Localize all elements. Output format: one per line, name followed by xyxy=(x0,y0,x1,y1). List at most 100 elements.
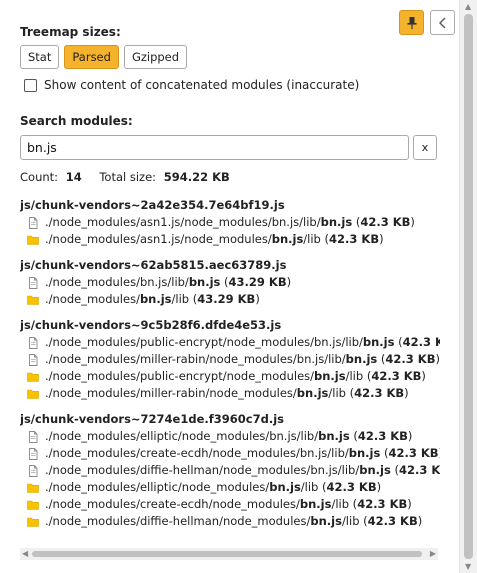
module-row[interactable]: ./node_modules/public-encrypt/node_modul… xyxy=(20,368,440,385)
path-match: bn.js xyxy=(139,292,172,306)
clear-search-button[interactable]: x xyxy=(413,135,437,160)
concat-modules-label: Show content of concatenated modules (in… xyxy=(44,78,360,92)
gzipped-button[interactable]: Gzipped xyxy=(123,45,188,69)
module-path: ./node_modules/elliptic/node_modules/bn.… xyxy=(45,429,413,443)
scroll-down-arrow[interactable]: ▼ xyxy=(465,562,471,571)
path-prefix: ./node_modules/asn1.js/node_modules/ xyxy=(45,232,272,246)
module-path: ./node_modules/diffie-hellman/node_modul… xyxy=(45,462,440,479)
concat-modules-checkbox[interactable] xyxy=(24,78,37,92)
module-path: ./node_modules/asn1.js/node_modules/bn.j… xyxy=(45,215,415,229)
module-size: 42.3 KB xyxy=(357,497,408,511)
module-size: 42.3 KB xyxy=(385,352,436,366)
module-path: ./node_modules/public-encrypt/node_modul… xyxy=(45,334,440,351)
file-icon xyxy=(27,353,45,366)
module-path: ./node_modules/miller-rabin/node_modules… xyxy=(45,386,409,400)
module-row[interactable]: ./node_modules/miller-rabin/node_modules… xyxy=(20,385,440,402)
path-suffix: /lib xyxy=(171,292,190,306)
collapse-sidebar-button[interactable] xyxy=(430,10,455,35)
chunk-title[interactable]: js/chunk-vendors~9c5b28f6.dfde4e53.js xyxy=(20,317,440,334)
count-label: Count: xyxy=(20,170,59,184)
module-row[interactable]: ./node_modules/elliptic/node_modules/bn.… xyxy=(20,428,440,445)
module-size: 42.3 KB xyxy=(367,514,418,528)
path-match: bn.js xyxy=(269,480,301,494)
module-size: 42.3 KB xyxy=(371,369,422,383)
folder-icon xyxy=(27,482,45,494)
module-row[interactable]: ./node_modules/diffie-hellman/node_modul… xyxy=(20,513,440,530)
file-icon xyxy=(27,464,45,477)
path-suffix: /lib xyxy=(331,497,350,511)
pin-button[interactable] xyxy=(399,10,424,35)
module-row[interactable]: ./node_modules/miller-rabin/node_modules… xyxy=(20,351,440,368)
path-prefix: ./node_modules/miller-rabin/node_modules… xyxy=(45,386,297,400)
module-path: ./node_modules/miller-rabin/node_modules… xyxy=(45,352,440,366)
module-size: 42.3 KB xyxy=(402,335,440,349)
path-match: bn.js xyxy=(348,446,381,460)
folder-icon xyxy=(27,371,45,383)
path-match: bn.js xyxy=(299,497,332,511)
vertical-scrollbar[interactable]: ▲ ▼ xyxy=(459,0,477,573)
parsed-button[interactable]: Parsed xyxy=(64,45,119,69)
path-match: bn.js xyxy=(318,429,350,443)
module-size: 43.29 KB xyxy=(228,275,287,289)
module-path: ./node_modules/public-encrypt/node_modul… xyxy=(45,369,426,383)
path-prefix: ./node_modules/bn.js/lib/ xyxy=(45,275,189,289)
module-row[interactable]: ./node_modules/create-ecdh/node_modules/… xyxy=(20,496,440,513)
module-size: 42.3 KB xyxy=(329,232,380,246)
horizontal-scroll-thumb[interactable] xyxy=(32,551,422,557)
count-value: 14 xyxy=(65,170,82,184)
module-size: 43.29 KB xyxy=(197,292,256,306)
module-row[interactable]: ./node_modules/asn1.js/node_modules/bn.j… xyxy=(20,231,440,248)
folder-icon xyxy=(27,499,45,511)
chunk-group: js/chunk-vendors~2a42e354.7e64bf19.js ./n… xyxy=(20,197,440,248)
module-size: 42.3 KB xyxy=(360,215,411,229)
search-input[interactable]: bn.js xyxy=(20,135,409,160)
path-prefix: ./node_modules/create-ecdh/node_modules/… xyxy=(45,446,349,460)
module-row[interactable]: ./node_modules/public-encrypt/node_modul… xyxy=(20,334,440,351)
module-path: ./node_modules/diffie-hellman/node_modul… xyxy=(45,514,423,528)
path-prefix: ./node_modules/asn1.js/node_modules/bn.j… xyxy=(45,215,321,229)
scroll-right-arrow[interactable]: ▶ xyxy=(430,549,436,558)
chunk-group: js/chunk-vendors~62ab5815.aec63789.js ./n… xyxy=(20,257,440,308)
module-row[interactable]: ./node_modules/bn.js/lib (43.29 KB) xyxy=(20,291,440,308)
treemap-sizes-label: Treemap sizes: xyxy=(20,25,121,39)
chunk-title[interactable]: js/chunk-vendors~62ab5815.aec63789.js xyxy=(20,257,440,274)
scroll-up-arrow[interactable]: ▲ xyxy=(465,2,471,11)
module-row[interactable]: ./node_modules/bn.js/lib/bn.js (43.29 KB… xyxy=(20,274,440,291)
file-icon xyxy=(27,336,45,349)
path-prefix: ./node_modules/public-encrypt/node_modul… xyxy=(45,369,315,383)
module-path: ./node_modules/elliptic/node_modules/bn.… xyxy=(45,480,382,494)
path-match: bn.js xyxy=(359,463,391,477)
sidebar-panel: Treemap sizes: Stat Parsed Gzipped Show … xyxy=(0,0,458,573)
stat-button[interactable]: Stat xyxy=(20,45,60,69)
path-match: bn.js xyxy=(345,352,378,366)
path-prefix: ./node_modules/elliptic/node_modules/ xyxy=(45,480,270,494)
module-size: 42.3 KB xyxy=(398,463,440,477)
scroll-left-arrow[interactable]: ◀ xyxy=(22,549,28,558)
module-size: 42.3 KB xyxy=(357,429,408,443)
module-row[interactable]: ./node_modules/elliptic/node_modules/bn.… xyxy=(20,479,440,496)
module-row[interactable]: ./node_modules/create-ecdh/node_modules/… xyxy=(20,445,440,462)
path-prefix: ./node_modules/create-ecdh/node_modules/ xyxy=(45,497,300,511)
module-size: 42.3 KB xyxy=(326,480,377,494)
path-prefix: ./node_modules/miller-rabin/node_modules… xyxy=(45,352,346,366)
horizontal-scrollbar[interactable]: ◀ ▶ xyxy=(20,548,438,560)
path-suffix: /lib xyxy=(300,480,319,494)
chunk-title[interactable]: js/chunk-vendors~7274e1de.f3960c7d.js xyxy=(20,411,440,428)
folder-icon xyxy=(27,516,45,528)
search-modules-label: Search modules: xyxy=(20,114,133,128)
module-row[interactable]: ./node_modules/asn1.js/node_modules/bn.j… xyxy=(20,214,440,231)
module-path: ./node_modules/bn.js/lib/bn.js (43.29 KB… xyxy=(45,275,292,289)
chevron-left-icon xyxy=(438,17,445,28)
module-size: 42.3 KB xyxy=(388,446,439,460)
chunk-title[interactable]: js/chunk-vendors~2a42e354.7e64bf19.js xyxy=(20,197,440,214)
path-match: bn.js xyxy=(271,232,304,246)
module-path: ./node_modules/create-ecdh/node_modules/… xyxy=(45,446,440,460)
vertical-scroll-thumb[interactable] xyxy=(464,14,473,559)
file-icon xyxy=(27,276,45,289)
path-prefix: ./node_modules/elliptic/node_modules/bn.… xyxy=(45,429,319,443)
module-path: ./node_modules/asn1.js/node_modules/bn.j… xyxy=(45,232,384,246)
module-row[interactable]: ./node_modules/diffie-hellman/node_modul… xyxy=(20,462,440,479)
concat-modules-option[interactable]: Show content of concatenated modules (in… xyxy=(24,78,359,92)
path-match: bn.js xyxy=(310,514,342,528)
path-match: bn.js xyxy=(362,335,395,349)
